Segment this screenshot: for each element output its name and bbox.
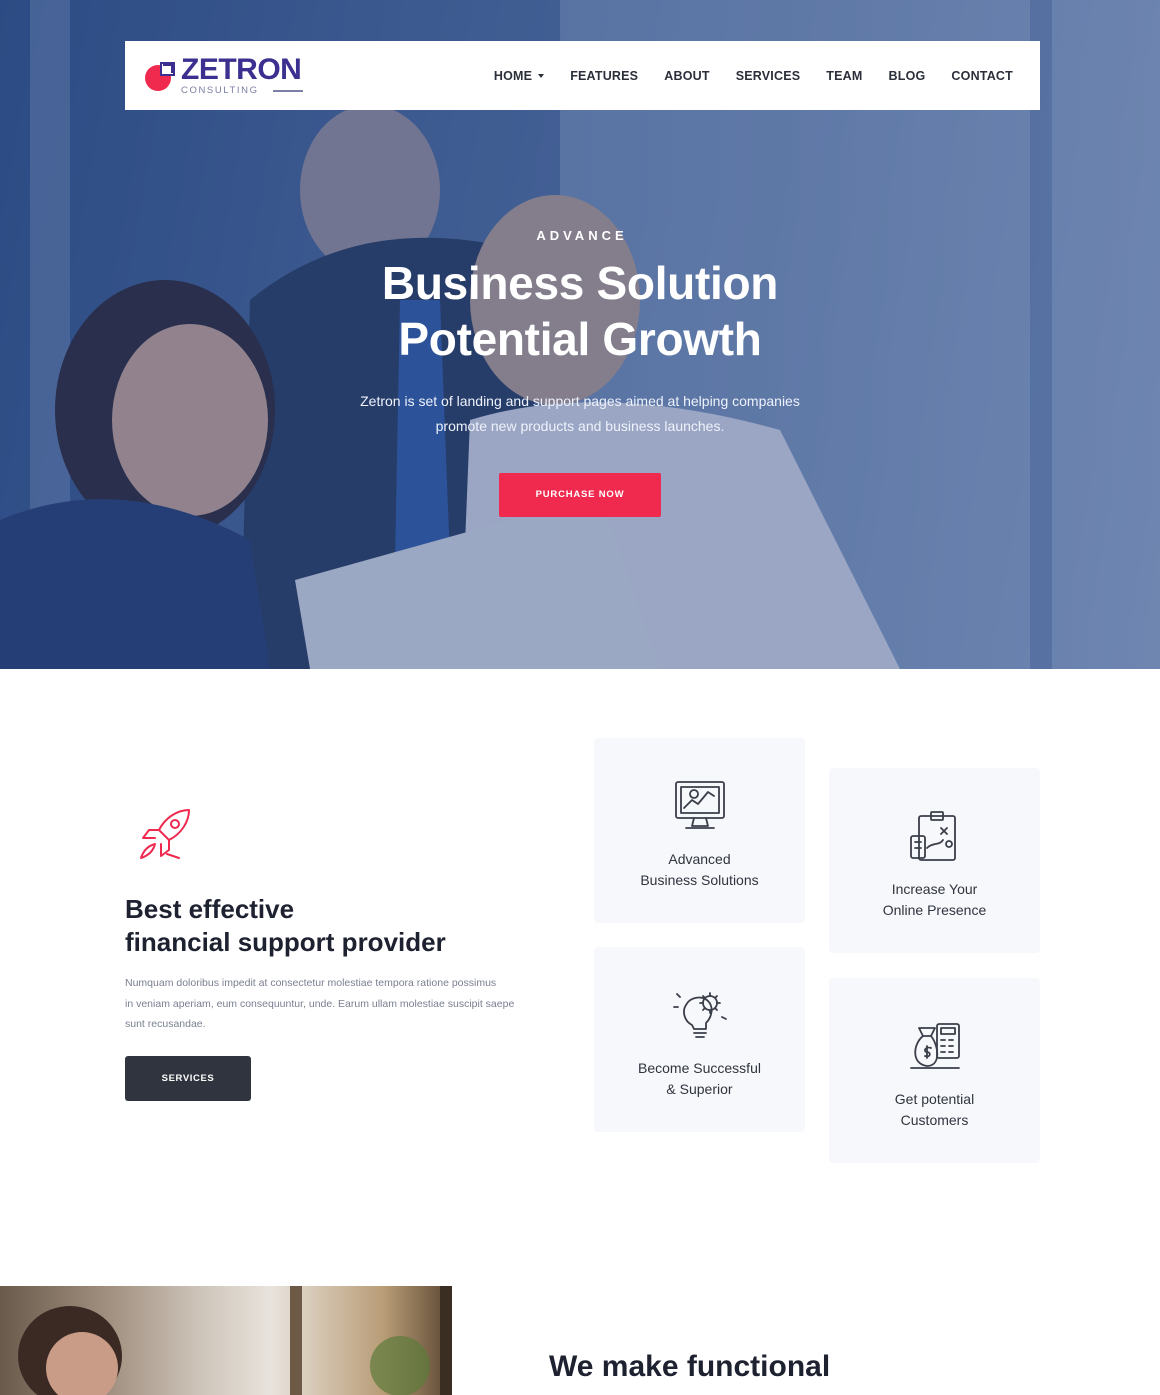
feature-card-business-solutions[interactable]: Advanced Business Solutions [594,738,805,923]
brand-sub: CONSULTING [181,85,259,97]
strategy-board-icon [909,811,956,861]
money-calculator-icon [909,1023,960,1069]
nav-services[interactable]: SERVICES [736,69,801,83]
about-description: Numquam doloribus impedit at consectetur… [125,977,515,1030]
brand-name: ZETRON [181,53,302,87]
services-button[interactable]: SERVICES [125,1056,251,1101]
lightbulb-gear-icon [672,992,727,1038]
hero-title: Business Solution Potential Growth [381,257,779,365]
feature-card-become-successful[interactable]: Become Successful & Superior [594,947,805,1132]
nav-blog[interactable]: BLOG [889,69,926,83]
bottom-title: We make functional [549,1350,831,1383]
nav-home[interactable]: HOME [494,69,545,83]
rocket-icon [140,809,190,859]
hero-description: Zetron is set of landing and support pag… [360,393,800,434]
nav-contact[interactable]: CONTACT [951,69,1013,83]
feature-card-potential-customers[interactable]: Get potential Customers [829,978,1040,1163]
feature-card-label: Become Successful & Superior [638,1060,761,1097]
feature-card-label: Advanced Business Solutions [640,851,759,888]
hero-section: ZETRON CONSULTING HOME FEATURES ABOUT SE… [0,0,1160,669]
hero-content: ADVANCE Business Solution Potential Grow… [0,228,1160,517]
purchase-now-button[interactable]: PURCHASE NOW [499,473,661,517]
main-nav: HOME FEATURES ABOUT SERVICES TEAM BLOG C… [494,69,1013,83]
nav-features[interactable]: FEATURES [570,69,638,83]
brand-logo[interactable]: ZETRON CONSULTING [143,55,303,96]
hero-eyebrow: ADVANCE [536,228,628,243]
office-photo-art [18,1286,452,1395]
office-photo [0,1286,452,1395]
feature-card-label: Increase Your Online Presence [882,881,987,918]
brand-underline [272,90,303,92]
logo-pie-icon [145,61,175,91]
feature-card-online-presence[interactable]: Increase Your Online Presence [829,768,1040,953]
monitor-chart-icon [674,781,725,829]
caret-down-icon [538,73,545,78]
about-title: Best effective financial support provide… [125,894,446,957]
feature-card-label: Get potential Customers [894,1091,975,1128]
top-navbar: ZETRON CONSULTING HOME FEATURES ABOUT SE… [125,41,1040,110]
nav-about[interactable]: ABOUT [664,69,709,83]
nav-team[interactable]: TEAM [826,69,862,83]
